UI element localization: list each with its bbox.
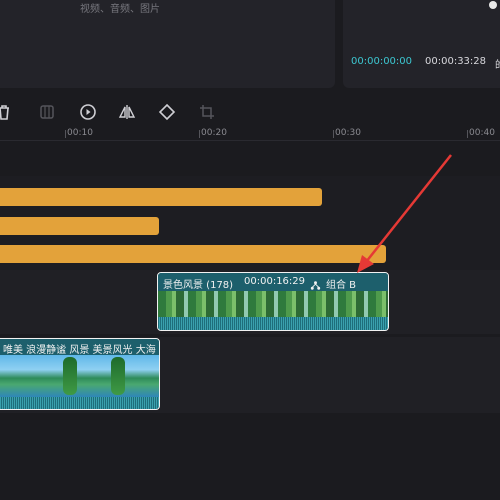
annotation-arrow — [357, 154, 452, 273]
